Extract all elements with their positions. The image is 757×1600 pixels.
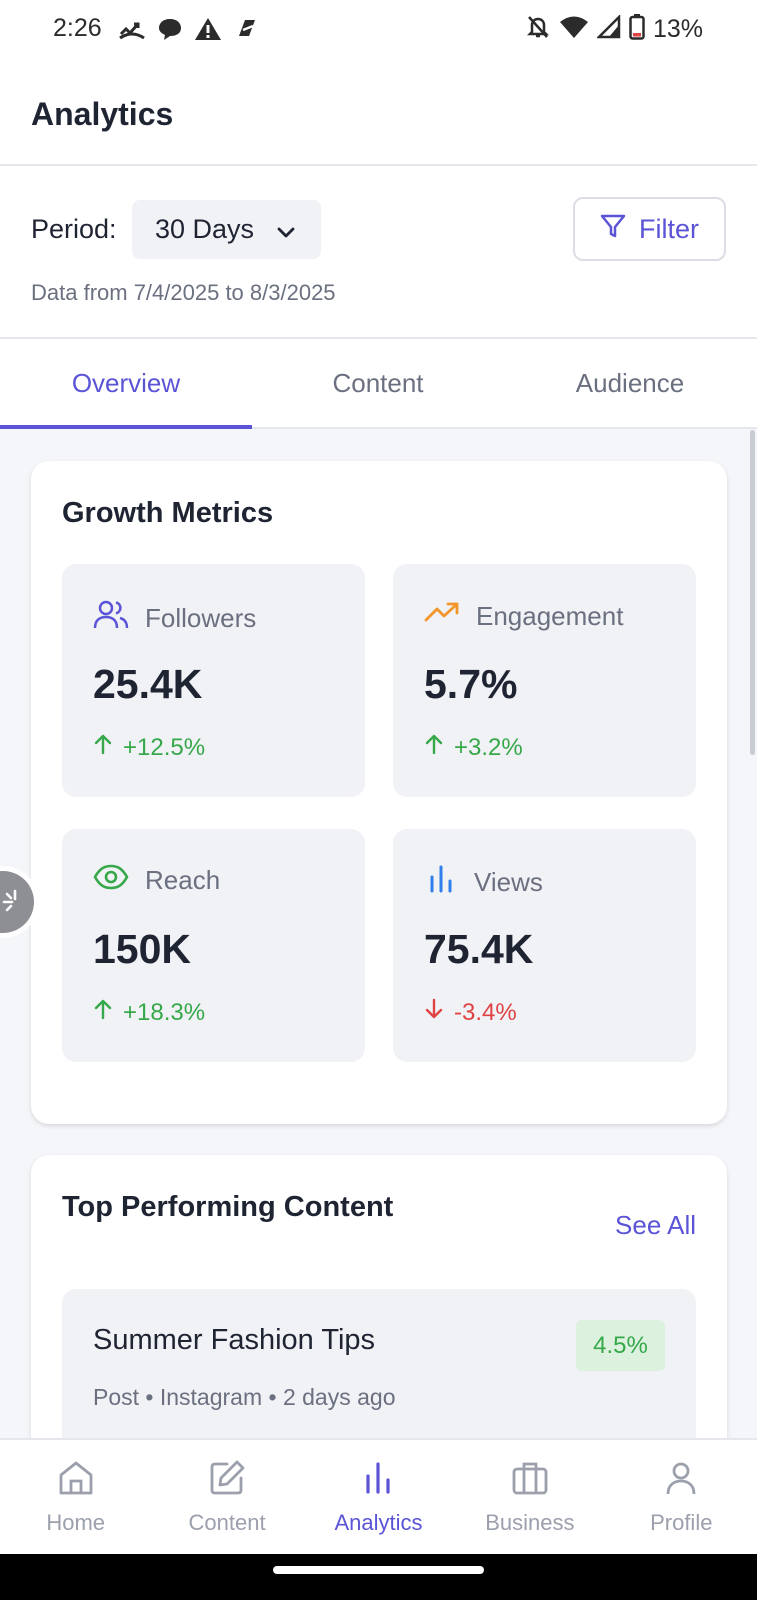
growth-metrics-title: Growth Metrics	[62, 497, 274, 529]
bar-chart-icon	[358, 1458, 398, 1504]
metric-change: -3.4%	[424, 998, 517, 1027]
content-meta: Post • Instagram • 2 days ago	[93, 1384, 396, 1410]
nav-analytics[interactable]: Analytics	[303, 1440, 454, 1554]
engagement-rate-badge: 4.5%	[576, 1320, 665, 1371]
floating-assistant-button[interactable]	[0, 871, 34, 933]
home-icon	[56, 1458, 96, 1504]
notification-icons	[118, 16, 261, 47]
metric-value: 75.4K	[424, 926, 534, 972]
scrollbar[interactable]	[750, 430, 755, 755]
trending-up-icon	[424, 598, 460, 635]
bottom-navigation: Home Content Analytics Business Profile	[0, 1438, 757, 1554]
content-title: Summer Fashion Tips	[93, 1324, 376, 1356]
see-all-link[interactable]: See All	[615, 1210, 696, 1241]
missed-call-icon	[118, 16, 146, 47]
nav-label: Home	[46, 1510, 106, 1535]
metric-value: 5.7%	[424, 661, 518, 707]
briefcase-icon	[510, 1458, 550, 1504]
home-gesture-handle[interactable]	[273, 1566, 484, 1574]
bar-chart-icon	[424, 863, 458, 902]
filter-label: Filter	[639, 213, 699, 244]
chat-icon	[157, 16, 183, 47]
nav-label: Content	[188, 1510, 266, 1535]
tab-audience[interactable]: Audience	[504, 339, 756, 427]
metric-label: Reach	[145, 865, 221, 895]
growth-metrics-card: Growth Metrics Followers 25.4K +12.5% En…	[31, 461, 727, 1124]
metric-value: 25.4K	[93, 661, 203, 707]
nav-business[interactable]: Business	[454, 1440, 605, 1554]
nav-content[interactable]: Content	[151, 1440, 302, 1554]
page-title: Analytics	[31, 96, 174, 132]
edit-icon	[207, 1458, 247, 1504]
metric-views[interactable]: Views 75.4K -3.4%	[393, 829, 696, 1062]
metric-followers[interactable]: Followers 25.4K +12.5%	[62, 564, 365, 797]
nav-label: Analytics	[334, 1510, 423, 1535]
metric-change: +3.2%	[424, 733, 523, 762]
status-bar: 2:26 13%	[0, 0, 757, 62]
top-content-title: Top Performing Content	[62, 1191, 394, 1223]
battery-percent: 13%	[652, 15, 703, 43]
bell-off-icon	[525, 14, 551, 45]
period-selected-value: 30 Days	[155, 214, 255, 244]
sparkle-icon	[0, 887, 30, 922]
battery-icon	[629, 14, 645, 45]
period-label: Period:	[31, 214, 117, 244]
metric-engagement[interactable]: Engagement 5.7% +3.2%	[393, 564, 696, 797]
app-notification-icon	[233, 16, 261, 47]
metric-reach[interactable]: Reach 150K +18.3%	[62, 829, 365, 1062]
filter-button[interactable]: Filter	[573, 197, 726, 261]
chevron-down-icon	[275, 219, 297, 250]
metric-label: Engagement	[476, 601, 624, 631]
nav-label: Business	[485, 1510, 575, 1535]
top-content-card: Top Performing Content See All Summer Fa…	[31, 1155, 727, 1469]
nav-home[interactable]: Home	[0, 1440, 151, 1554]
signal-icon	[595, 13, 621, 44]
wifi-icon	[559, 15, 589, 44]
metric-label: Views	[474, 867, 543, 897]
arrow-up-icon	[424, 733, 444, 762]
date-range-text: Data from 7/4/2025 to 8/3/2025	[31, 280, 336, 305]
eye-icon	[93, 863, 129, 898]
users-icon	[93, 598, 129, 639]
tab-content[interactable]: Content	[252, 339, 504, 427]
analytics-tabs: Overview Content Audience	[0, 339, 757, 429]
metric-change: +18.3%	[93, 998, 205, 1027]
arrow-up-icon	[93, 998, 113, 1027]
warning-icon	[194, 16, 222, 47]
nav-label: Profile	[650, 1510, 713, 1535]
filter-icon	[599, 212, 627, 247]
metric-change: +12.5%	[93, 733, 205, 762]
metric-label: Followers	[145, 603, 257, 633]
period-dropdown[interactable]: 30 Days	[132, 200, 321, 259]
metric-value: 150K	[93, 926, 192, 972]
status-time: 2:26	[53, 14, 102, 42]
period-section: Period: 30 Days Filter Data from 7/4/202…	[0, 166, 757, 339]
arrow-down-icon	[424, 998, 444, 1027]
tab-overview[interactable]: Overview	[0, 339, 252, 429]
nav-profile[interactable]: Profile	[606, 1440, 757, 1554]
user-icon	[661, 1458, 701, 1504]
app-header: Analytics	[0, 62, 757, 166]
arrow-up-icon	[93, 733, 113, 762]
system-navigation-bar	[0, 1554, 757, 1600]
system-status: 13%	[525, 13, 703, 45]
